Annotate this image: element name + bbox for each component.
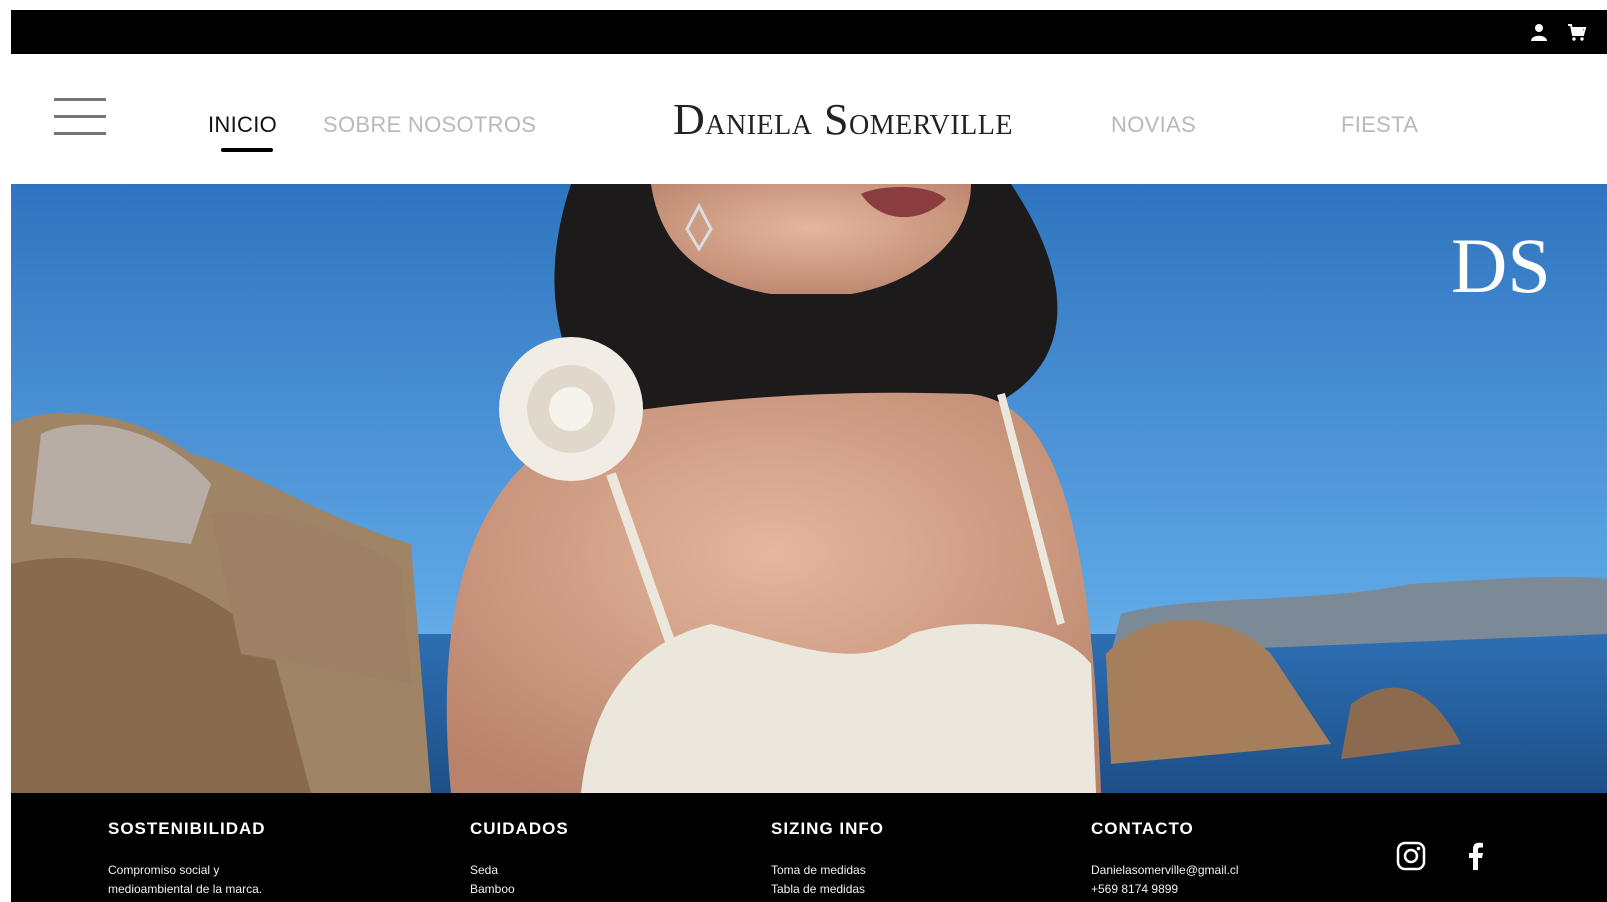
hamburger-icon[interactable] [54,98,106,136]
footer-col-sostenibilidad: SOSTENIBILIDAD Compromiso social y medio… [108,819,266,899]
footer-link[interactable]: medioambiental de la marca. [108,880,266,899]
footer-link[interactable]: Seda [470,861,569,880]
active-underline [221,148,273,152]
hero-image: DS [11,184,1607,793]
facebook-icon[interactable] [1461,841,1491,871]
footer-link[interactable]: Bamboo [470,880,569,899]
nav-link-novias[interactable]: NOVIAS [1111,112,1196,138]
user-icon[interactable] [1529,22,1549,42]
contact-phone[interactable]: +569 8174 9899 [1091,880,1239,899]
footer-heading: CONTACTO [1091,819,1194,838]
footer-heading: SOSTENIBILIDAD [108,819,266,838]
nav-link-sobre-nosotros[interactable]: SOBRE NOSOTROS [323,112,536,138]
footer-col-sizing: SIZING INFO Toma de medidas Tabla de med… [771,819,884,899]
footer-col-cuidados: CUIDADOS Seda Bamboo [470,819,569,899]
brand-logo[interactable]: DANIELA SOMERVILLE [673,94,1013,145]
instagram-icon[interactable] [1396,841,1426,871]
nav-link-inicio[interactable]: INICIO [208,112,277,138]
monogram-logo: DS [1451,222,1551,309]
footer-link[interactable]: Tabla de medidas [771,880,884,899]
footer-link[interactable]: Toma de medidas [771,861,884,880]
footer-col-contacto: CONTACTO Danielasomerville@gmail.cl +569… [1091,819,1239,899]
cart-icon[interactable] [1567,22,1587,42]
footer: SOSTENIBILIDAD Compromiso social y medio… [11,793,1607,902]
contact-email[interactable]: Danielasomerville@gmail.cl [1091,861,1239,880]
footer-heading: CUIDADOS [470,819,569,838]
top-bar [11,10,1607,54]
page: INICIO SOBRE NOSOTROS DANIELA SOMERVILLE… [11,10,1607,902]
footer-link[interactable]: Compromiso social y [108,861,266,880]
main-navigation: INICIO SOBRE NOSOTROS DANIELA SOMERVILLE… [11,54,1607,184]
nav-link-fiesta[interactable]: FIESTA [1341,112,1418,138]
footer-heading: SIZING INFO [771,819,884,838]
